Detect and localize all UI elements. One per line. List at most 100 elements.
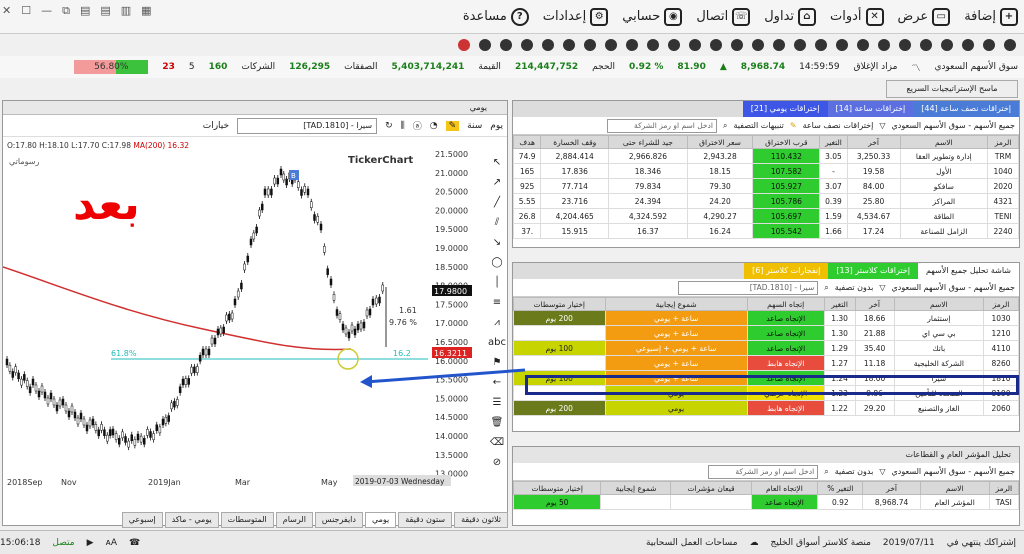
text-icon[interactable]: abc	[488, 337, 506, 348]
tab-analysis[interactable]: شاشة تحليل جميع الأسهم	[917, 263, 1019, 279]
table-row[interactable]: TRM إدارة وتطوير العقا 3,250.33 3.05 110.432…	[512, 148, 1019, 164]
table-row[interactable]: 2240 الزامل للصناعة 17.24 1.66 105.542 16.24 1…	[512, 223, 1019, 239]
circle-tool-icon[interactable]: ◯	[491, 257, 502, 268]
refresh-icon[interactable]	[458, 39, 470, 51]
column-header[interactable]: الرمز	[983, 297, 1019, 311]
toolbar-icon[interactable]	[899, 39, 911, 51]
minimize-icon[interactable]: —	[41, 4, 52, 18]
chart-tab[interactable]: الرسام	[275, 512, 313, 528]
video-icon[interactable]: ▶	[87, 538, 94, 548]
table-row[interactable]: 2060 الغاز والتصنيع 29.20 1.22 الإتجاه هابط ي…	[513, 400, 1019, 416]
menu-trade[interactable]: ⌂ تداول	[764, 7, 817, 26]
symbol-input[interactable]: [TAD.1810] - سيرا	[678, 280, 819, 295]
toolbar-icon[interactable]	[773, 39, 785, 51]
quick-scanner-button[interactable]: ماسح الإستراتيجيات السريع	[886, 80, 1018, 98]
menu-add[interactable]: + إضافة	[964, 7, 1018, 26]
toolbar-icon[interactable]	[794, 39, 806, 51]
toolbar-icon[interactable]	[920, 39, 932, 51]
column-header[interactable]: شموع إيجابية	[604, 297, 748, 311]
column-header[interactable]: سعر الاختراق	[686, 135, 754, 149]
search-input[interactable]: ادخل اسم او رمز الشركة	[708, 464, 819, 479]
column-header[interactable]: إختيار متوسطات	[513, 297, 606, 311]
table-row[interactable]: 2020 سافكو 84.00 3.07 105.927 79.30 79.834 77.7…	[512, 178, 1019, 194]
toolbar-icon[interactable]	[836, 39, 848, 51]
toolbar-icon[interactable]	[500, 39, 512, 51]
phone-icon[interactable]: ☎	[129, 538, 140, 548]
column-header[interactable]: وقف الخسارة	[540, 135, 610, 149]
chart-tab[interactable]: يومي - ماكد	[164, 512, 219, 528]
search-icon[interactable]: ⌕	[824, 467, 828, 477]
options-button[interactable]: خيارات	[203, 121, 229, 131]
column-header[interactable]: التغير	[819, 135, 848, 149]
toolbar-icon[interactable]	[605, 39, 617, 51]
font-size-icon[interactable]: ᴀA	[106, 538, 117, 548]
column-header[interactable]: آخر	[846, 135, 901, 149]
column-header[interactable]: الاسم	[893, 297, 985, 311]
column-header[interactable]: هدف	[512, 135, 542, 149]
period-selector[interactable]: يوم	[490, 121, 503, 131]
market-selector[interactable]: جميع الأسهم - سوق الأسهم السعودي	[892, 467, 1016, 476]
menu-view[interactable]: ▭ عرض	[898, 7, 951, 26]
table-row[interactable]: TASI المؤشر العام 8,968.74 0.92 الإتجاه صاعد…	[512, 494, 1020, 510]
column-header[interactable]: الاسم	[899, 135, 989, 149]
candle-icon[interactable]: ⫼	[401, 121, 405, 131]
toolbar-icon[interactable]	[983, 39, 995, 51]
toolbar-icon[interactable]	[479, 39, 491, 51]
menu-account[interactable]: ◉ حسابي	[622, 7, 683, 26]
toolbar-icon[interactable]	[668, 39, 680, 51]
toolbar-icon[interactable]	[710, 39, 722, 51]
refresh-icon[interactable]: ↻	[385, 121, 393, 131]
chart-tab[interactable]: ستون دقيقة	[398, 512, 453, 528]
table-row[interactable]: 8260 الشركة الخليجية 11.18 1.27 الإتجاه هابط…	[513, 355, 1019, 371]
column-header[interactable]: الرمز	[987, 135, 1019, 149]
window-list-icon[interactable]: ▤	[100, 4, 110, 18]
filter-icon[interactable]: ▽	[879, 467, 885, 476]
toolbar-icon[interactable]	[1004, 39, 1016, 51]
column-header[interactable]: الرمز	[988, 481, 1020, 495]
tab-cluster-explosion[interactable]: إنفجارات كلاستر [6]	[744, 263, 829, 279]
layout-icon[interactable]: ▦	[141, 4, 151, 18]
search-input[interactable]: ادخل اسم او رمز الشركة	[606, 118, 717, 133]
table-row[interactable]: TENI الطاقة 4,534.67 1.59 105.697 4,290.27 4,3…	[512, 208, 1019, 224]
toolbar-icon[interactable]	[815, 39, 827, 51]
filter-selector[interactable]: إختراقات نصف ساعة	[803, 121, 874, 130]
toolbar-icon[interactable]	[857, 39, 869, 51]
price-chart[interactable]: TickerChart بعد 21.5000 21.0000 20.5000 20.…	[3, 137, 507, 511]
market-selector[interactable]: جميع الأسهم - سوق الأسهم السعودي	[892, 121, 1016, 130]
column-header[interactable]: التغير	[823, 297, 856, 311]
chart-tab[interactable]: إسبوعي	[121, 512, 163, 528]
column-header[interactable]: قيعان مؤشرات	[670, 481, 752, 495]
table-row[interactable]: 4321 المراكز 25.80 0.39 105.786 24.20 24.394 23…	[512, 193, 1019, 209]
line-icon[interactable]: ╱	[494, 197, 500, 208]
toolbar-icon[interactable]	[752, 39, 764, 51]
menu-settings[interactable]: ⚙ إعدادات	[543, 7, 609, 26]
chart-tab[interactable]: دايفرجنس	[314, 512, 363, 528]
close-icon[interactable]: ✕	[2, 4, 11, 18]
maximize-icon[interactable]: ☐	[21, 4, 31, 18]
tab-cluster-breakout[interactable]: إختراقات كلاستر [13]	[828, 263, 918, 279]
filter-selector[interactable]: بدون تصفية	[835, 467, 874, 476]
table-row[interactable]: 1210 بي سي اي 21.88 1.30 الإتجاه صاعد ساعة + …	[513, 325, 1019, 341]
tab-daily[interactable]: إختراقات يومي [21]	[742, 101, 828, 117]
chart-tab[interactable]: ثلاثون دقيقة	[454, 512, 508, 528]
compare-icon[interactable]: ⓐ	[413, 119, 422, 132]
tab-half-hour[interactable]: إختراقات نصف ساعة [44]	[913, 101, 1019, 117]
cursor-icon[interactable]: ↖	[493, 157, 501, 168]
chart-symbol-input[interactable]: [TAD.1810] - سيرا	[237, 117, 378, 134]
column-header[interactable]: إتجاه السهم	[746, 297, 825, 311]
column-header[interactable]: قرب الاختراق	[752, 135, 821, 149]
column-header[interactable]: آخر	[862, 481, 921, 495]
column-header[interactable]: الإتجاه العام	[750, 481, 819, 495]
column-header[interactable]: شموع إيجابية	[600, 481, 672, 495]
market-name[interactable]: سوق الأسهم السعودي	[934, 62, 1018, 72]
column-header[interactable]: آخر	[854, 297, 895, 311]
toolbar-icon[interactable]	[626, 39, 638, 51]
toolbar-icon[interactable]	[584, 39, 596, 51]
toolbar-icon[interactable]	[878, 39, 890, 51]
filter-icon[interactable]: ▽	[879, 283, 885, 292]
column-header[interactable]: إختيار متوسطات	[512, 481, 602, 495]
filter-icon[interactable]: ▽	[879, 121, 885, 130]
erase-icon[interactable]: ⌫	[490, 437, 504, 448]
alert-icon[interactable]: ✎	[790, 121, 797, 130]
delete-icon[interactable]: 🗑	[491, 417, 504, 428]
